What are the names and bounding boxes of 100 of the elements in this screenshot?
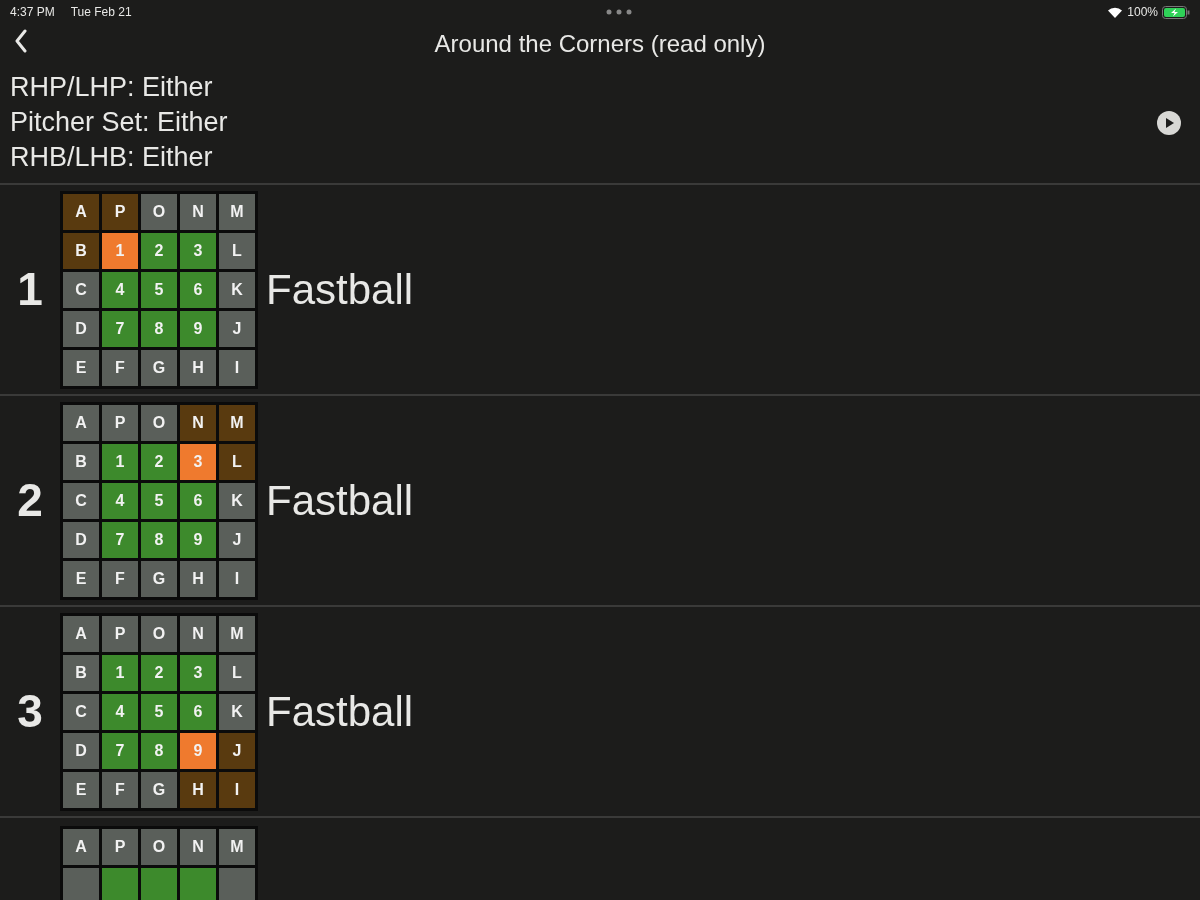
zone-cell[interactable]: O [141,193,177,230]
zone-cell[interactable] [63,868,99,900]
zone-cell[interactable]: 2 [141,232,177,269]
pitch-name: Fastball [266,265,414,315]
zone-cell[interactable]: H [180,771,216,808]
zone-cell[interactable]: L [219,654,255,691]
zone-cell[interactable]: B [63,443,99,480]
zone-cell[interactable]: 4 [102,482,138,519]
zone-cell[interactable]: P [102,829,138,865]
zone-cell[interactable]: N [180,193,216,230]
zone-cell[interactable]: 1 [102,654,138,691]
zone-cell[interactable]: D [63,310,99,347]
zone-cell[interactable]: 6 [180,271,216,308]
zone-cell[interactable]: C [63,482,99,519]
zone-cell[interactable]: 7 [102,310,138,347]
zone-cell[interactable]: E [63,560,99,597]
zone-cell[interactable]: K [219,693,255,730]
zone-cell[interactable]: 6 [180,482,216,519]
zone-cell[interactable]: H [180,560,216,597]
zone-cell[interactable]: F [102,771,138,808]
zone-cell[interactable]: N [180,829,216,865]
zone-cell[interactable]: P [102,615,138,652]
pitch-name: Fastball [266,476,414,526]
play-button[interactable] [1156,109,1182,136]
zone-cell[interactable]: 7 [102,732,138,769]
zone-cell[interactable]: 8 [141,732,177,769]
zone-cell[interactable] [180,868,216,900]
pitch-number: 2 [16,473,44,528]
zone-cell[interactable]: E [63,771,99,808]
zone-cell[interactable]: M [219,615,255,652]
zone-cell[interactable]: 5 [141,482,177,519]
zone-cell[interactable]: E [63,349,99,386]
zone-cell[interactable]: 9 [180,310,216,347]
zone-cell[interactable]: G [141,771,177,808]
zone-cell[interactable]: A [63,404,99,441]
zone-cell[interactable]: B [63,232,99,269]
zone-cell[interactable]: 7 [102,521,138,558]
zone-cell[interactable]: 1 [102,443,138,480]
zone-cell[interactable]: 8 [141,310,177,347]
back-button[interactable] [14,28,28,53]
zone-cell[interactable]: P [102,404,138,441]
zone-cell[interactable]: I [219,349,255,386]
zone-cell[interactable]: 8 [141,521,177,558]
zone-cell[interactable]: G [141,349,177,386]
zone-cell[interactable]: 5 [141,693,177,730]
zone-cell[interactable]: H [180,349,216,386]
zone-cell[interactable]: 2 [141,443,177,480]
zone-cell[interactable]: 2 [141,654,177,691]
zone-cell[interactable]: C [63,693,99,730]
zone-cell[interactable] [102,868,138,900]
battery-percent: 100% [1127,4,1158,21]
zone-cell[interactable]: 4 [102,693,138,730]
filter-label: RHP/LHP: Either [10,71,214,104]
zone-cell[interactable]: 5 [141,271,177,308]
zone-cell[interactable]: O [141,829,177,865]
zone-cell[interactable]: F [102,560,138,597]
chevron-left-icon [14,28,28,53]
wifi-icon [1107,6,1124,18]
battery-icon [1162,5,1190,19]
zone-cell[interactable]: C [63,271,99,308]
more-dots-icon [606,9,633,15]
zone-cell[interactable]: A [63,829,99,865]
zone-cell[interactable]: A [63,193,99,230]
zone-cell[interactable]: L [219,443,255,480]
zone-cell[interactable]: K [219,482,255,519]
zone-cell[interactable]: O [141,404,177,441]
zone-cell[interactable]: 9 [180,521,216,558]
status-date: Tue Feb 21 [70,4,132,21]
pitch-number: 1 [16,262,44,317]
zone-cell[interactable]: K [219,271,255,308]
zone-cell[interactable]: M [219,193,255,230]
zone-cell[interactable]: G [141,560,177,597]
zone-cell[interactable]: N [180,404,216,441]
zone-cell[interactable]: P [102,193,138,230]
status-time: 4:37 PM [10,4,55,21]
zone-cell[interactable]: J [219,732,255,769]
zone-cell[interactable]: I [219,560,255,597]
zone-cell[interactable]: A [63,615,99,652]
filter-label: Pitcher Set: Either [10,106,228,139]
zone-cell[interactable]: M [219,829,255,865]
zone-cell[interactable]: F [102,349,138,386]
zone-cell[interactable]: J [219,310,255,347]
zone-cell[interactable]: I [219,771,255,808]
filter-label: RHB/LHB: Either [10,141,214,174]
zone-cell[interactable]: M [219,404,255,441]
zone-cell[interactable]: D [63,732,99,769]
zone-cell[interactable]: B [63,654,99,691]
zone-cell[interactable]: O [141,615,177,652]
zone-cell[interactable]: N [180,615,216,652]
zone-cell[interactable]: 6 [180,693,216,730]
screen-title: Around the Corners (read only) [434,29,766,59]
zone-cell[interactable]: J [219,521,255,558]
zone-cell[interactable] [141,868,177,900]
zone-cell[interactable]: 3 [180,232,216,269]
zone-cell[interactable]: L [219,232,255,269]
play-icon [1156,109,1182,136]
zone-cell[interactable]: D [63,521,99,558]
zone-cell[interactable]: 3 [180,654,216,691]
zone-cell[interactable]: 4 [102,271,138,308]
zone-cell[interactable] [219,868,255,900]
